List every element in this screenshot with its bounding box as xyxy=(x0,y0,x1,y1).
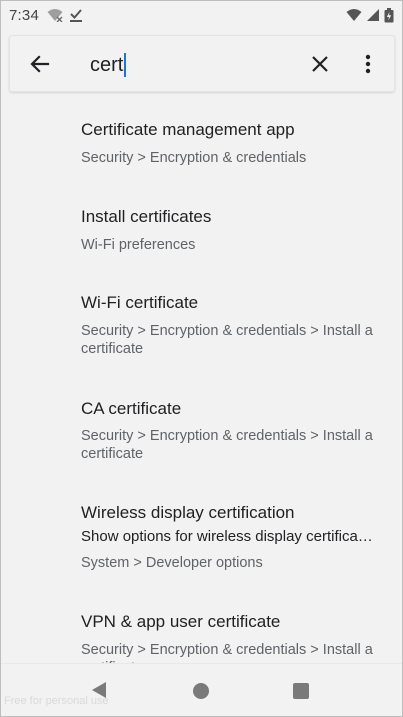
search-bar: cert xyxy=(9,35,395,92)
cell-signal-icon xyxy=(366,8,380,22)
battery-icon xyxy=(384,7,394,23)
navigation-bar xyxy=(1,663,402,716)
download-done-icon xyxy=(69,8,83,22)
search-results-list: Certificate management app Security > En… xyxy=(1,100,402,663)
wifi-off-icon xyxy=(47,8,63,22)
search-toolbar: cert xyxy=(9,35,395,92)
result-item[interactable]: VPN & app user certificate Security > En… xyxy=(1,594,402,663)
result-path: Wi-Fi preferences xyxy=(81,237,196,253)
result-path: Security > Encryption & credentials xyxy=(81,150,307,166)
status-time: 7:34 xyxy=(9,6,39,24)
result-path: Security > Encryption & credentials > In… xyxy=(81,428,373,462)
nav-home-icon[interactable] xyxy=(193,683,209,699)
result-item[interactable]: Wi-Fi certificate Security > Encryption … xyxy=(1,274,402,380)
result-path: System > Developer options xyxy=(81,555,263,571)
text-cursor xyxy=(124,53,127,77)
status-left-icons xyxy=(47,8,83,22)
search-input[interactable]: cert xyxy=(90,50,290,80)
status-bar: 7:34 xyxy=(1,1,402,29)
watermark: Free for personal use xyxy=(4,695,109,707)
result-title: Wireless display certification xyxy=(81,503,295,522)
wifi-icon xyxy=(346,8,362,22)
result-summary: Show options for wireless display certif… xyxy=(81,528,373,545)
nav-recents-icon[interactable] xyxy=(293,683,309,699)
screen: 7:34 cert Certificate management app Sec… xyxy=(0,0,403,717)
result-title: Wi-Fi certificate xyxy=(81,293,199,312)
clear-search-icon[interactable] xyxy=(306,50,334,78)
result-item[interactable]: Wireless display certification Show opti… xyxy=(1,486,402,594)
status-right-icons xyxy=(346,7,394,23)
result-title: Certificate management app xyxy=(81,120,295,139)
result-item[interactable]: Certificate management app Security > En… xyxy=(1,100,402,188)
more-options-icon[interactable] xyxy=(358,50,378,78)
search-query-text: cert xyxy=(90,53,124,76)
result-title: CA certificate xyxy=(81,399,182,418)
result-path: Security > Encryption & credentials > In… xyxy=(81,323,373,357)
result-title: Install certificates xyxy=(81,207,212,226)
result-item[interactable]: Install certificates Wi-Fi preferences xyxy=(1,188,402,274)
result-path: Security > Encryption & credentials > In… xyxy=(81,642,373,663)
result-title: VPN & app user certificate xyxy=(81,612,281,631)
result-item[interactable]: CA certificate Security > Encryption & c… xyxy=(1,380,402,486)
back-arrow-icon[interactable] xyxy=(26,50,54,78)
